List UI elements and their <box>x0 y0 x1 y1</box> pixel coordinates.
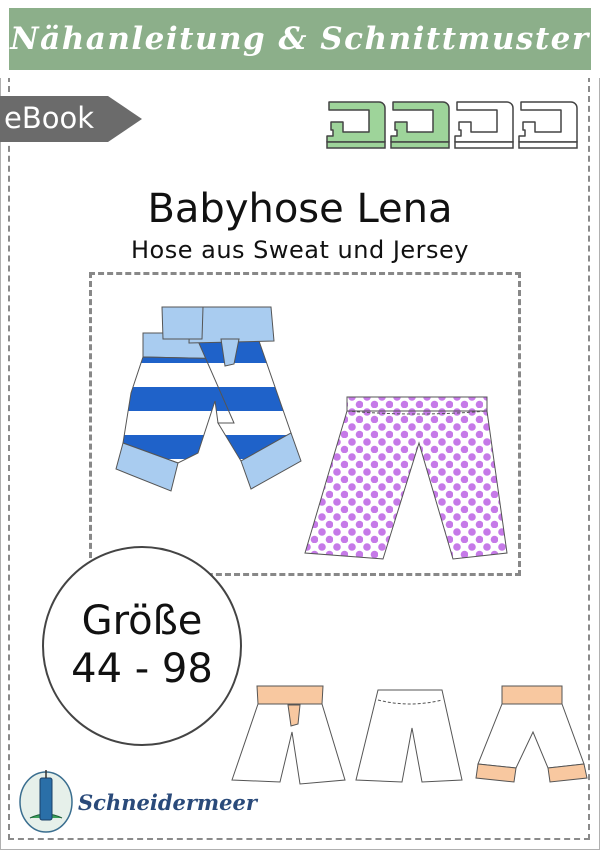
dotted-pants <box>304 396 508 560</box>
difficulty-rating <box>326 101 578 149</box>
header-banner: Nähanleitung & Schnittmuster <box>9 8 591 70</box>
size-label: Größe <box>81 598 203 644</box>
sewing-machine-icon <box>326 101 386 149</box>
header-title: Nähanleitung & Schnittmuster <box>10 21 590 57</box>
header: Nähanleitung & Schnittmuster <box>0 0 600 78</box>
pants-illustration <box>115 306 508 560</box>
size-range: 44 - 98 <box>71 646 213 692</box>
sewing-machine-icon <box>454 101 514 149</box>
brand-name: Schneidermeer <box>78 790 257 815</box>
striped-pants <box>115 306 302 492</box>
sewing-machine-icon <box>390 101 450 149</box>
size-badge: Größe 44 - 98 <box>42 546 242 746</box>
ebook-label: eBook <box>4 101 95 135</box>
product-title: Babyhose Lena <box>147 186 453 232</box>
product-subtitle: Hose aus Sweat und Jersey <box>130 236 470 264</box>
product-image-frame <box>89 272 521 576</box>
sewing-machine-icon <box>518 101 578 149</box>
thread-spool-icon <box>19 770 73 833</box>
